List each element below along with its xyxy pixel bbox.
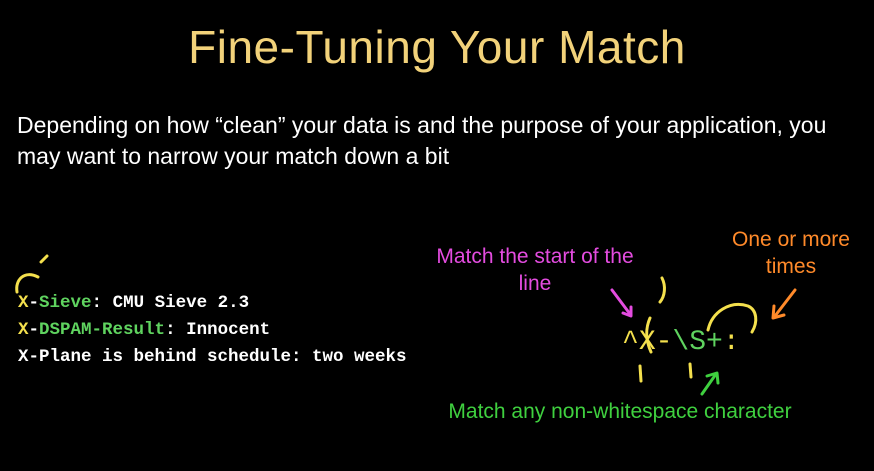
code-line-1-prefix: X xyxy=(18,293,29,313)
regex-mark-bottom-left xyxy=(638,364,643,383)
code-line-3: X-Plane is behind schedule: two weeks xyxy=(18,347,407,367)
regex-plus: + xyxy=(706,327,723,358)
annotation-line-start: Match the start of the line xyxy=(436,245,634,295)
regex-class: \S xyxy=(672,327,707,358)
regex-mark-top xyxy=(658,276,666,304)
intro-text: Depending on how “clean” your data is an… xyxy=(17,112,827,169)
code-line-2-key-rest: DSPAM-Result xyxy=(39,320,166,340)
code-line-2-value: Innocent xyxy=(175,320,271,340)
annotation-non-whitespace: Match any non-whitespace character xyxy=(448,400,792,423)
annotation-one-or-more: One or more times xyxy=(732,228,850,278)
slide-title: Fine-Tuning Your Match xyxy=(188,21,686,73)
code-line-1-value: CMU Sieve 2.3 xyxy=(102,293,250,313)
code-block: X-Sieve: CMU Sieve 2.3 X-DSPAM-Result: In… xyxy=(18,290,407,371)
regex-caret: ^ xyxy=(622,327,639,358)
code-line-1-dash: - xyxy=(28,293,40,313)
code-line-1-sep: : xyxy=(91,293,103,313)
code-line-2-sep: : xyxy=(165,320,176,340)
code-line-2: X-DSPAM-Result: Innocent xyxy=(18,317,407,344)
code-line-2-dash: - xyxy=(28,320,40,340)
code-tick-mark xyxy=(39,254,49,264)
green-arrow-icon xyxy=(700,372,718,396)
code-line-1: X-Sieve: CMU Sieve 2.3 xyxy=(18,290,407,317)
regex-colon: : xyxy=(722,327,740,358)
orange-arrow-icon xyxy=(773,288,797,318)
regex-mark-bottom-right xyxy=(688,362,693,379)
regex-literal: X- xyxy=(638,327,673,358)
code-line-2-prefix: X xyxy=(18,320,29,340)
code-line-1-key-rest: Sieve xyxy=(39,293,92,313)
regex-expression: ^X-\S+: xyxy=(622,327,740,358)
